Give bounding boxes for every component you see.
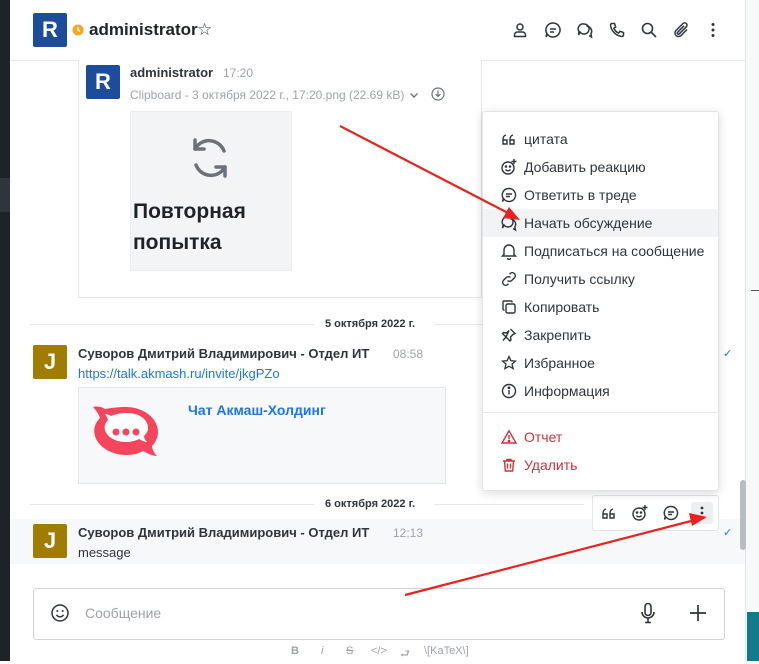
away-status-icon [72,24,84,36]
date-divider-line [434,324,484,325]
message-author[interactable]: Суворов Дмитрий Владимирович - Отдел ИТ [78,525,369,540]
menu-item-label: Информация [524,383,610,399]
menu-item-label: Ответить в треде [524,187,637,203]
quote-icon[interactable] [598,502,620,524]
menu-item-label: Отчет [524,429,563,445]
message-avatar[interactable]: R [86,65,120,99]
read-check-icon: ✓ [723,527,733,539]
discussions-icon[interactable] [574,19,596,41]
reply-thread-icon[interactable] [660,502,682,524]
format-katex-button[interactable]: \[KaTeX\] [424,645,469,657]
room-avatar[interactable]: R [33,13,67,47]
format-italic-button[interactable]: i [321,645,323,657]
threads-icon[interactable] [542,19,564,41]
date-divider-label: 5 октября 2022 г. [325,318,416,330]
trash-icon [500,456,518,474]
date-divider-label: 6 октября 2022 г. [325,498,416,510]
read-check-icon: ✓ [723,348,733,360]
message-text: message [78,545,131,560]
message-author[interactable]: administrator [130,65,213,80]
message-link[interactable]: https://talk.akmash.ru/invite/jkgPZo [78,366,280,381]
menu-item-label: Копировать [524,299,600,315]
menu-item-label: Закрепить [524,327,592,343]
message-time: 08:58 [393,347,424,361]
bell-icon [500,242,518,260]
user-info-icon[interactable] [509,19,531,41]
menu-item-label: Удалить [524,457,578,473]
add-reaction-icon[interactable] [629,502,651,524]
menu-item-label: цитата [524,131,568,147]
message-time: 12:13 [393,526,424,540]
menu-item-delete[interactable]: Удалить [483,451,718,479]
pin-icon [500,326,518,344]
warning-icon [500,428,518,446]
link-icon [500,270,518,288]
chevron-down-icon[interactable] [408,89,420,101]
left-sidebar-edge [0,0,10,661]
kebab-menu-icon[interactable] [702,19,724,41]
menu-item-reply-thread[interactable]: Ответить в треде [483,181,718,209]
more-actions-kebab-icon[interactable] [691,502,713,524]
menu-item-get-link[interactable]: Получить ссылку [483,265,718,293]
rocketchat-logo-icon [93,406,158,456]
menu-item-quote[interactable]: цитата [483,125,718,153]
call-icon[interactable] [606,19,628,41]
menu-item-label: Начать обсуждение [524,215,653,231]
right-panel-edge [745,0,759,661]
menu-item-pin[interactable]: Закрепить [483,321,718,349]
link-preview-title[interactable]: Чат Акмаш-Холдинг [188,402,326,418]
retry-label[interactable]: Повторная попытка [133,196,283,258]
menu-item-favorite[interactable]: Избранное [483,349,718,377]
menu-item-label: Подписаться на сообщение [524,243,705,259]
menu-item-label: Добавить реакцию [524,159,646,175]
emoji-icon[interactable] [50,603,70,623]
menu-item-info[interactable]: Информация [483,377,718,405]
microphone-icon[interactable] [639,602,657,624]
menu-item-label: Получить ссылку [524,271,635,287]
menu-item-label: Избранное [524,355,595,371]
download-icon[interactable] [431,87,445,101]
star-icon [500,354,518,372]
thread-icon [500,186,518,204]
menu-item-add-reaction[interactable]: Добавить реакцию [483,153,718,181]
format-strike-button[interactable]: S [346,645,353,657]
date-divider-line [30,324,314,325]
discussion-icon [500,214,518,232]
format-bold-button[interactable]: B [291,645,299,657]
info-icon [500,382,518,400]
message-input-placeholder[interactable]: Сообщение [85,605,161,621]
message-avatar[interactable]: J [33,345,67,379]
copy-icon [500,298,518,316]
message-time: 17:20 [223,66,254,80]
plus-icon[interactable] [688,603,708,623]
format-code-button[interactable]: </> [371,645,387,657]
add-reaction-icon [500,158,518,176]
search-icon[interactable] [638,19,660,41]
message-context-menu: цитата Добавить реакцию Ответить в треде… [482,111,719,491]
quote-icon [500,130,518,148]
favorite-star-icon[interactable]: ☆ [197,20,212,40]
menu-item-start-discussion[interactable]: Начать обсуждение [483,209,718,237]
attachment-icon[interactable] [670,19,692,41]
attachment-meta: Clipboard - 3 октября 2022 г., 17:20.png… [130,88,405,102]
chat-scrollbar[interactable] [740,480,746,550]
menu-item-copy[interactable]: Копировать [483,293,718,321]
message-avatar[interactable]: J [33,524,67,558]
retry-icon[interactable] [184,132,236,184]
date-divider-line [434,504,584,505]
menu-item-report[interactable]: Отчет [483,423,718,451]
message-action-bar [592,495,719,531]
date-divider-line [30,504,314,505]
message-author[interactable]: Суворов Дмитрий Владимирович - Отдел ИТ [78,346,369,361]
room-title[interactable]: administrator [89,20,198,40]
menu-separator [483,412,718,413]
format-link-button[interactable]: ⮐ [400,645,410,664]
menu-item-follow-message[interactable]: Подписаться на сообщение [483,237,718,265]
